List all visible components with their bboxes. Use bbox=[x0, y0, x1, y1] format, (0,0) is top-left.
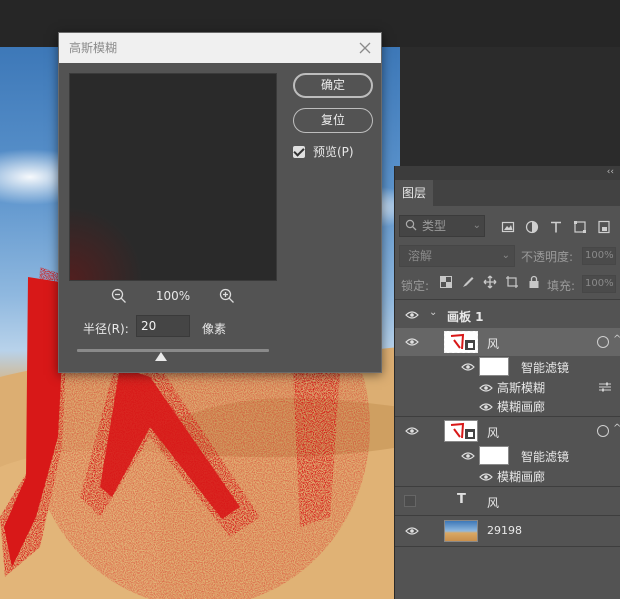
chevron-up-icon[interactable]: ^ bbox=[613, 423, 620, 434]
filter-mask-thumbnail[interactable] bbox=[479, 446, 509, 465]
preview-label: 预览(P) bbox=[313, 145, 354, 159]
filter-shape-icon[interactable] bbox=[573, 220, 587, 234]
blend-mode-select[interactable]: 溶解 ⌄ bbox=[399, 245, 515, 267]
radius-input[interactable] bbox=[136, 315, 190, 337]
layer-row[interactable]: 29198 bbox=[395, 516, 620, 546]
radius-slider-thumb[interactable] bbox=[155, 352, 167, 361]
visibility-eye-icon[interactable] bbox=[405, 526, 419, 536]
visibility-eye-icon[interactable] bbox=[461, 362, 475, 372]
chevron-down-icon: ⌄ bbox=[501, 250, 510, 261]
layer-thumbnail bbox=[444, 420, 478, 442]
artboard-row[interactable]: ⌄ 画板 1 bbox=[395, 301, 620, 329]
layer-thumbnail bbox=[444, 331, 478, 353]
smart-filters-row[interactable]: 智能滤镜 bbox=[395, 356, 620, 378]
filter-row[interactable]: 高斯模糊 bbox=[395, 378, 620, 397]
visibility-toggle-off[interactable] bbox=[404, 495, 416, 507]
lock-position-icon[interactable] bbox=[483, 275, 497, 289]
text-layer-icon: T bbox=[457, 492, 466, 507]
filter-type-icon[interactable] bbox=[549, 220, 563, 234]
lock-label: 锁定: bbox=[401, 279, 430, 293]
filter-pixel-icon[interactable] bbox=[501, 220, 515, 234]
visibility-eye-icon[interactable] bbox=[479, 472, 493, 482]
filter-name: 模糊画廊 bbox=[497, 400, 546, 414]
layer-row[interactable]: 风 ^ bbox=[395, 417, 620, 445]
visibility-eye-icon[interactable] bbox=[405, 337, 419, 347]
layers-panel: ‹‹ 图层 类型 ⌄ 溶解 ⌄ 不透明度: 100% 锁定: 填充: 100% … bbox=[394, 166, 620, 599]
ok-button[interactable]: 确定 bbox=[293, 73, 373, 98]
divider bbox=[395, 299, 620, 300]
zoom-level: 100% bbox=[155, 289, 191, 303]
fill-label: 填充: bbox=[547, 279, 576, 293]
opacity-input[interactable]: 100% bbox=[582, 247, 616, 265]
smart-filter-icon bbox=[597, 425, 609, 437]
layer-name: 风 bbox=[487, 337, 500, 351]
dialog-title: 高斯模糊 bbox=[69, 41, 118, 55]
radius-label: 半径(R): bbox=[83, 322, 129, 336]
divider bbox=[395, 546, 620, 547]
filter-adjustment-icon[interactable] bbox=[525, 220, 539, 234]
filter-type-label: 类型 bbox=[422, 219, 447, 233]
visibility-eye-icon[interactable] bbox=[405, 426, 419, 436]
filter-mask-thumbnail[interactable] bbox=[479, 357, 509, 376]
visibility-eye-icon[interactable] bbox=[405, 310, 419, 320]
visibility-eye-icon[interactable] bbox=[479, 383, 493, 393]
smart-filters-row[interactable]: 智能滤镜 bbox=[395, 445, 620, 467]
radius-slider-track[interactable] bbox=[77, 349, 269, 352]
zoom-in-icon[interactable] bbox=[219, 288, 235, 304]
preview-checkbox[interactable] bbox=[293, 145, 305, 158]
layer-row[interactable]: T 风 bbox=[395, 487, 620, 515]
blend-mode-value: 溶解 bbox=[408, 249, 433, 263]
chevron-down-icon: ⌄ bbox=[472, 220, 481, 231]
close-icon[interactable] bbox=[355, 38, 375, 58]
panel-tab-bar: 图层 bbox=[395, 180, 620, 206]
chevron-down-icon[interactable]: ⌄ bbox=[429, 307, 437, 318]
layer-name: 风 bbox=[487, 426, 500, 440]
panel-header: ‹‹ bbox=[395, 166, 620, 180]
layer-thumbnail bbox=[444, 520, 478, 542]
visibility-eye-icon[interactable] bbox=[479, 402, 493, 412]
zoom-controls: 100% bbox=[69, 287, 277, 305]
filter-name: 高斯模糊 bbox=[497, 381, 546, 395]
lock-transparent-pixels-icon[interactable] bbox=[439, 275, 453, 289]
tab-layers[interactable]: 图层 bbox=[395, 180, 433, 206]
lock-artboard-icon[interactable] bbox=[505, 275, 519, 289]
collapse-panel-icon[interactable]: ‹‹ bbox=[607, 167, 614, 177]
filter-row[interactable]: 模糊画廊 bbox=[395, 397, 620, 416]
filter-name: 模糊画廊 bbox=[497, 470, 546, 484]
fill-input[interactable]: 100% bbox=[582, 275, 616, 293]
smart-filters-label: 智能滤镜 bbox=[521, 361, 570, 375]
preview-toggle[interactable]: 预览(P) bbox=[293, 143, 354, 160]
layer-name: 29198 bbox=[487, 524, 522, 537]
dialog-title-bar[interactable]: 高斯模糊 bbox=[59, 33, 381, 63]
layer-name: 风 bbox=[487, 496, 500, 510]
smart-filter-icon bbox=[597, 336, 609, 348]
radius-unit-label: 像素 bbox=[202, 322, 227, 336]
blur-preview-pane[interactable] bbox=[69, 73, 277, 281]
layer-row[interactable]: 风 ^ bbox=[395, 328, 620, 356]
filter-blending-options-icon[interactable] bbox=[599, 382, 611, 392]
visibility-eye-icon[interactable] bbox=[461, 451, 475, 461]
lock-image-pixels-icon[interactable] bbox=[461, 275, 475, 289]
search-icon bbox=[405, 219, 417, 231]
lock-all-icon[interactable] bbox=[527, 275, 541, 289]
filter-row[interactable]: 模糊画廊 bbox=[395, 467, 620, 486]
filter-smart-object-icon[interactable] bbox=[597, 220, 611, 234]
reset-button[interactable]: 复位 bbox=[293, 108, 373, 133]
layer-filter-select[interactable]: 类型 ⌄ bbox=[399, 215, 485, 237]
opacity-label: 不透明度: bbox=[521, 250, 574, 264]
chevron-up-icon[interactable]: ^ bbox=[613, 334, 620, 345]
gaussian-blur-dialog: 高斯模糊 100% 半径(R): 像素 确定 复位 预览(P) bbox=[58, 32, 382, 373]
artboard-name: 画板 1 bbox=[447, 310, 484, 324]
smart-filters-label: 智能滤镜 bbox=[521, 450, 570, 464]
